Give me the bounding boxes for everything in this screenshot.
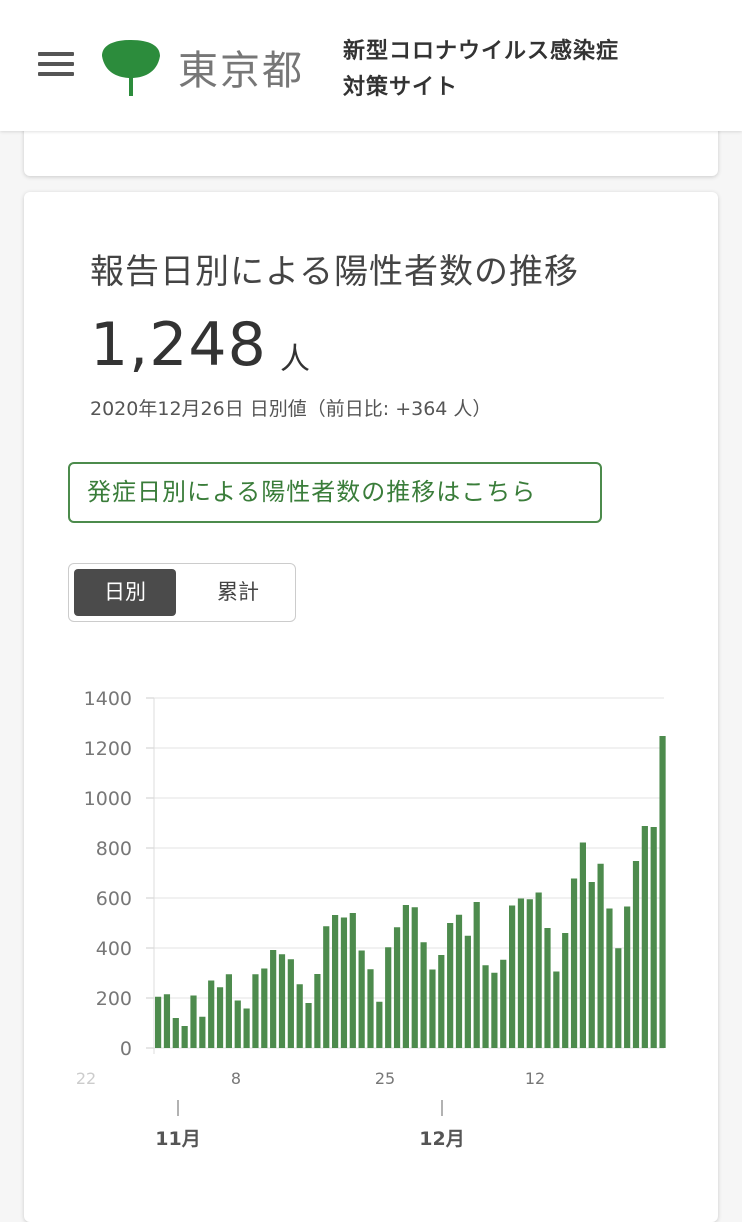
y-tick-label: 200 <box>96 988 132 1010</box>
x-tick-label: 25 <box>375 1069 395 1088</box>
bar <box>429 969 436 1048</box>
bar <box>199 1016 206 1048</box>
onset-date-link-button[interactable]: 発症日別による陽性者数の推移はこちら <box>68 462 602 523</box>
y-tick-label: 800 <box>96 838 132 860</box>
view-toggle: 日別 累計 <box>68 563 296 622</box>
site-title[interactable]: 新型コロナウイルス感染症 対策サイト <box>343 34 619 106</box>
y-tick-label: 600 <box>96 888 132 910</box>
bar <box>208 980 215 1048</box>
bar <box>225 974 232 1048</box>
bar <box>615 948 622 1048</box>
bar <box>509 905 516 1048</box>
bar <box>570 878 578 1048</box>
bar <box>155 996 162 1048</box>
bar <box>420 942 427 1048</box>
bar <box>447 923 454 1048</box>
x-tick-label: 12 <box>525 1069 545 1088</box>
bar <box>261 968 268 1048</box>
bar <box>376 1001 383 1048</box>
bar <box>314 974 321 1048</box>
bar <box>393 927 401 1048</box>
bar <box>385 947 392 1048</box>
bar <box>181 1026 188 1048</box>
site-title-line1: 新型コロナウイルス感染症 <box>343 39 620 64</box>
bar <box>562 933 569 1048</box>
bar <box>535 892 542 1048</box>
bar <box>270 950 277 1048</box>
bar <box>579 842 586 1048</box>
bar <box>650 827 657 1048</box>
y-tick-label: 400 <box>96 938 132 960</box>
bar <box>216 987 224 1048</box>
x-tick-label: 22 <box>76 1069 96 1088</box>
site-title-line2: 対策サイト <box>343 75 459 100</box>
bar <box>278 954 286 1048</box>
bar <box>606 908 613 1048</box>
bar <box>624 906 631 1048</box>
y-tick-label: 1400 <box>84 688 132 710</box>
bar <box>473 902 480 1048</box>
bar <box>367 969 374 1048</box>
case-unit: 人 <box>280 342 310 377</box>
toggle-cumulative-button[interactable]: 累計 <box>187 569 289 616</box>
bar <box>641 826 648 1048</box>
bar <box>340 917 348 1048</box>
bar <box>597 863 604 1048</box>
bar <box>659 736 666 1048</box>
bar <box>172 1018 179 1048</box>
bar <box>491 972 498 1048</box>
bar <box>482 965 489 1048</box>
bar <box>332 915 339 1048</box>
x-tick-label: 8 <box>231 1069 241 1088</box>
bar <box>323 926 330 1048</box>
bar <box>190 995 197 1048</box>
bar <box>252 974 259 1048</box>
bar <box>455 914 463 1048</box>
bar <box>553 971 560 1048</box>
bar <box>500 959 507 1048</box>
hamburger-menu-icon[interactable] <box>38 52 74 76</box>
bar <box>402 905 409 1048</box>
month-label: 12月 <box>419 1128 464 1150</box>
bar <box>287 959 294 1048</box>
y-tick-label: 1200 <box>84 738 132 760</box>
positive-cases-card: 報告日別による陽性者数の推移 1,248 人 2020年12月26日 日別値（前… <box>24 192 718 1222</box>
site-header: 東京都 新型コロナウイルス感染症 対策サイト <box>0 0 742 131</box>
bar <box>349 913 356 1048</box>
bar <box>526 899 533 1048</box>
bar <box>632 861 640 1048</box>
y-tick-label: 0 <box>120 1038 132 1060</box>
bar <box>411 907 418 1048</box>
bar <box>438 955 445 1048</box>
card-title: 報告日別による陽性者数の推移 <box>90 252 579 292</box>
tokyo-logo-text[interactable]: 東京都 <box>178 38 304 96</box>
bar <box>163 994 171 1048</box>
case-count: 1,248 <box>90 310 267 380</box>
bar <box>243 1008 250 1048</box>
y-tick-label: 1000 <box>84 788 132 810</box>
month-label: 11月 <box>155 1128 200 1150</box>
bar <box>544 928 551 1048</box>
bar <box>234 1000 241 1048</box>
bar <box>305 1003 312 1048</box>
bar <box>296 984 303 1048</box>
ginkgo-leaf-icon[interactable] <box>100 38 162 98</box>
toggle-daily-button[interactable]: 日別 <box>74 569 176 616</box>
bar <box>588 882 595 1048</box>
bar <box>464 935 471 1048</box>
date-summary: 2020年12月26日 日別値（前日比: +364 人） <box>90 398 492 420</box>
bar <box>517 898 525 1048</box>
bar <box>358 950 365 1048</box>
daily-cases-bar-chart: 1400 1200 1000 800 600 400 200 0 22 8 25 12 11月 12月 <box>76 688 666 1150</box>
